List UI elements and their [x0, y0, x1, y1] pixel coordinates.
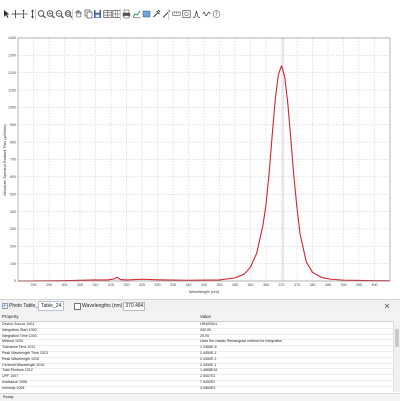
- measure-icon[interactable]: [172, 9, 181, 19]
- bottom-bar: Photo Table_20 Table_24 Wavelengths (nm)…: [0, 299, 400, 313]
- y-tick-label: 1000: [8, 106, 16, 110]
- toolbar-separator: [120, 9, 121, 20]
- column-header-value[interactable]: Value: [200, 314, 211, 319]
- x-tick-label: 340: [186, 283, 192, 287]
- x-tick-label: 295: [46, 283, 52, 287]
- grid-lines: [18, 37, 390, 282]
- property-name: Intensity 1008: [2, 385, 25, 390]
- status-text: Ready: [3, 395, 14, 399]
- x-tick-label: 365: [263, 283, 269, 287]
- y-tick-label: 600: [10, 175, 16, 179]
- zoom-out-icon[interactable]: [55, 9, 64, 19]
- y-tick-label: 1400: [8, 36, 16, 40]
- help-icon[interactable]: ?: [212, 9, 221, 19]
- y-tick-label: 1100: [8, 88, 16, 92]
- waveform-icon[interactable]: [202, 9, 211, 19]
- pan-arrows-icon[interactable]: [19, 9, 28, 19]
- y-tick-label: 1300: [8, 54, 16, 58]
- line-icon[interactable]: [162, 9, 171, 19]
- x-tick-label: 400: [372, 283, 378, 287]
- y-tick-label: 0: [14, 279, 16, 283]
- toolbar-separator: [168, 9, 169, 20]
- spectrum-plot[interactable]: 290 295 300 305 310 315 320 325 330 335 340 345 350 3…: [0, 30, 400, 298]
- x-tick-label: 390: [341, 283, 347, 287]
- pointer-icon[interactable]: [2, 9, 11, 19]
- y-tick-label: 300: [10, 227, 16, 231]
- print-icon[interactable]: [122, 9, 131, 19]
- marker-icon[interactable]: [142, 9, 151, 19]
- peak-icon[interactable]: [192, 9, 201, 19]
- x-tick-label: 375: [294, 283, 300, 287]
- tab-table-24[interactable]: Table_24: [38, 300, 65, 312]
- x-tick-label: 360: [248, 283, 254, 287]
- y-tick-label: 400: [10, 210, 16, 214]
- x-tick-label: 350: [217, 283, 223, 287]
- save-icon[interactable]: [93, 9, 102, 19]
- tick-labels: 290 295 300 305 310 315 320 325 330 335 340 345 350 3…: [8, 36, 378, 287]
- wavelength-checkbox-group[interactable]: Wavelengths (nm) 370.484: [74, 300, 146, 312]
- hand-icon[interactable]: [74, 9, 83, 19]
- x-tick-label: 370: [279, 283, 285, 287]
- x-tick-label: 300: [62, 283, 68, 287]
- y-tick-label: 500: [10, 192, 16, 196]
- close-icon[interactable]: [384, 303, 390, 309]
- x-tick-label: 395: [356, 283, 362, 287]
- wavelength-checkbox[interactable]: [74, 302, 81, 310]
- panel-controls[interactable]: [384, 300, 390, 312]
- y-tick-label: 200: [10, 244, 16, 248]
- scrollbar-thumb[interactable]: [395, 329, 399, 347]
- copy-icon[interactable]: [84, 9, 93, 19]
- properties-header: Property Value: [0, 312, 400, 322]
- y-axis-title: Absolute Spectral Radiant Flux (µW/nm): [2, 124, 7, 196]
- y-tick-label: 800: [10, 140, 16, 144]
- column-header-property[interactable]: Property: [2, 314, 19, 319]
- toolbar-separator: [35, 9, 36, 20]
- x-tick-label: 290: [31, 283, 37, 287]
- table-icon[interactable]: [103, 9, 112, 19]
- x-tick-label: 325: [139, 283, 145, 287]
- x-tick-label: 345: [201, 283, 207, 287]
- x-tick-label: 335: [170, 283, 176, 287]
- chart-icon[interactable]: [132, 9, 141, 19]
- y-tick-label: 900: [10, 123, 16, 127]
- tools-icon[interactable]: [152, 9, 161, 19]
- x-axis-title: Wavelength (nm): [189, 289, 220, 294]
- table-icon: [2, 303, 8, 309]
- x-tick-label: 380: [310, 283, 316, 287]
- x-tick-label: 315: [108, 283, 114, 287]
- plot-svg[interactable]: 290 295 300 305 310 315 320 325 330 335 340 345 350 3…: [0, 30, 400, 298]
- toolbar-separator: [72, 9, 73, 20]
- zoom-window-icon[interactable]: [182, 9, 191, 19]
- zoom-in-icon[interactable]: [46, 9, 55, 19]
- x-tick-label: 310: [93, 283, 99, 287]
- vertical-scrollbar[interactable]: [393, 321, 400, 392]
- x-tick-label: 320: [124, 283, 130, 287]
- wavelength-value-field[interactable]: 370.484: [123, 301, 146, 311]
- zoom-region-icon[interactable]: [37, 9, 46, 19]
- x-tick-label: 385: [325, 283, 331, 287]
- property-value: 3.5560E2: [200, 385, 216, 390]
- x-tick-label: 355: [232, 283, 238, 287]
- x-tick-label: 330: [155, 283, 161, 287]
- wavelength-checkbox-label: Wavelengths (nm): [82, 303, 123, 309]
- y-tick-label: 100: [10, 262, 16, 266]
- svg-text:?: ?: [215, 12, 218, 18]
- properties-table: Property Value Device Source 1001 HR4000#…: [0, 312, 400, 392]
- toolbar: ?: [0, 0, 400, 30]
- y-tick-label: 1200: [8, 71, 16, 75]
- table-row[interactable]: Intensity 1008 3.5560E2: [0, 386, 394, 392]
- x-tick-label: 305: [77, 283, 83, 287]
- y-tick-label: 700: [10, 158, 16, 162]
- tab-table-24-label: Table_24: [38, 301, 65, 311]
